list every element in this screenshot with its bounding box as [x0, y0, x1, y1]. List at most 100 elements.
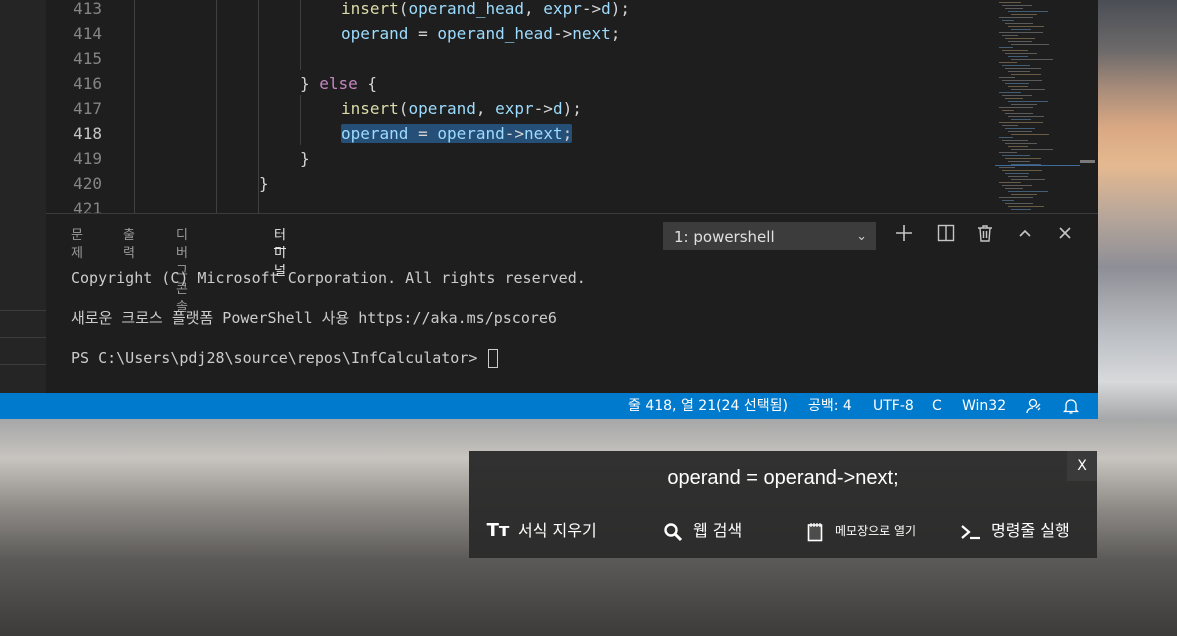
minimap-line	[1008, 86, 1028, 87]
minimap-line	[1002, 50, 1028, 51]
code-line: 416} else {	[46, 71, 986, 96]
web-search-label: 웹 검색	[693, 521, 743, 540]
tab-output[interactable]: 출력	[123, 227, 135, 261]
minimap-line	[1005, 173, 1029, 174]
status-cursor-position[interactable]: 줄 418, 열 21(24 선택됨)	[628, 393, 788, 419]
tab-terminal[interactable]: 터미널	[274, 227, 286, 279]
minimap-line	[1011, 74, 1041, 75]
code-token: (	[398, 99, 409, 118]
minimap-line	[1008, 131, 1032, 132]
code-token: insert	[341, 0, 399, 18]
code-token: }	[300, 149, 310, 168]
feedback-icon[interactable]	[1024, 397, 1042, 415]
minimap-line	[1005, 158, 1041, 159]
minimap-line	[1008, 26, 1044, 27]
minimap-line	[1002, 95, 1032, 96]
minimap-line	[1011, 149, 1053, 150]
status-platform[interactable]: Win32	[962, 393, 1006, 419]
line-number: 419	[73, 149, 102, 168]
code-token: ->	[504, 124, 525, 143]
status-bar: 줄 418, 열 21(24 선택됨) 공백: 4 UTF-8 C Win32	[0, 393, 1098, 419]
code-token: next	[572, 24, 611, 43]
minimap[interactable]	[995, 0, 1095, 213]
minimap-line	[1005, 203, 1033, 204]
clear-format-label: 서식 지우기	[518, 521, 597, 540]
open-notepad-label: 메모장으로 열기	[835, 524, 917, 538]
minimap-line	[1002, 20, 1014, 21]
chevron-down-icon: ⌄	[856, 229, 867, 244]
web-search-button[interactable]: 웹 검색	[661, 517, 742, 545]
prompt-text: PS C:\Users\pdj28\source\repos\InfCalcul…	[71, 349, 487, 367]
code-token: else	[319, 74, 358, 93]
clear-format-icon: Tт	[486, 520, 510, 541]
minimap-line	[1011, 179, 1045, 180]
minimap-line	[1008, 176, 1028, 177]
clipboard-text: operand = operand->next;	[667, 467, 899, 489]
line-number: 420	[73, 174, 102, 193]
minimap-line	[999, 32, 1043, 33]
selection-highlight: operand = operand->next;	[341, 124, 573, 143]
minimap-line	[1005, 23, 1033, 24]
trash-icon[interactable]	[973, 223, 997, 247]
code-token: );	[562, 99, 582, 118]
code-text: insert(operand, expr->d);	[341, 96, 582, 121]
minimap-line	[1008, 56, 1028, 57]
code-editor[interactable]: 413 insert(operand_head, expr->d); 414 oper…	[46, 0, 1098, 213]
minimap-line	[999, 137, 1013, 138]
close-icon[interactable]	[1053, 223, 1077, 247]
status-indentation[interactable]: 공백: 4	[808, 393, 852, 419]
minimap-line	[1002, 185, 1032, 186]
minimap-line	[1005, 143, 1037, 144]
minimap-line	[1002, 125, 1018, 126]
code-line: 415	[46, 46, 986, 71]
minimap-line	[1008, 11, 1048, 12]
open-notepad-button[interactable]: 메모장으로 열기	[803, 517, 916, 545]
notepad-icon	[803, 517, 827, 545]
line-number: 415	[73, 49, 102, 68]
plus-icon[interactable]	[892, 223, 916, 247]
terminal-select[interactable]: 1: powershell ⌄	[663, 222, 876, 250]
minimap-line	[1008, 101, 1048, 102]
clipboard-popup: X operand = operand->next; Tт 서식 지우기 웹 검색…	[469, 451, 1097, 558]
run-command-button[interactable]: 명령줄 실행	[959, 517, 1070, 545]
code-line: 417 insert(operand, expr->d);	[46, 96, 986, 121]
minimap-line	[1008, 146, 1028, 147]
minimap-line	[1011, 29, 1031, 30]
code-text: } else {	[300, 71, 377, 96]
bell-icon[interactable]	[1062, 397, 1080, 415]
line-number: 418	[73, 124, 102, 143]
minimap-line	[1005, 53, 1037, 54]
code-token: expr	[495, 99, 534, 118]
search-icon	[661, 517, 685, 545]
tab-problems[interactable]: 문제	[71, 227, 83, 261]
tab-debug-console[interactable]: 디버그 콘솔	[176, 227, 188, 315]
minimap-line	[1002, 65, 1030, 66]
code-line: 418 operand = operand->next;	[46, 121, 986, 146]
minimap-line	[1002, 200, 1014, 201]
scrollbar-thumb[interactable]	[1080, 160, 1095, 163]
code-line: 413 insert(operand_head, expr->d);	[46, 0, 986, 21]
minimap-line	[1011, 119, 1031, 120]
minimap-line	[1011, 134, 1049, 135]
minimap-line	[1011, 59, 1053, 60]
chevron-up-icon[interactable]	[1013, 223, 1037, 247]
minimap-highlight	[995, 165, 1080, 166]
status-language[interactable]: C	[932, 393, 942, 419]
split-icon[interactable]	[934, 223, 958, 247]
minimap-line	[999, 47, 1013, 48]
run-command-label: 명령줄 실행	[991, 521, 1070, 540]
line-number: 421	[73, 199, 102, 213]
minimap-line	[1011, 194, 1037, 195]
code-token: ,	[524, 0, 544, 18]
status-encoding[interactable]: UTF-8	[873, 393, 914, 419]
line-number: 417	[73, 99, 102, 118]
code-token: operand	[437, 124, 505, 143]
minimap-line	[999, 77, 1015, 78]
code-token: d	[552, 99, 563, 118]
minimap-line	[1008, 116, 1044, 117]
minimap-line	[1002, 140, 1028, 141]
minimap-line	[999, 2, 1021, 3]
code-token: ->	[581, 0, 602, 18]
code-token: ->	[552, 24, 573, 43]
clear-format-button[interactable]: Tт 서식 지우기	[486, 517, 597, 545]
